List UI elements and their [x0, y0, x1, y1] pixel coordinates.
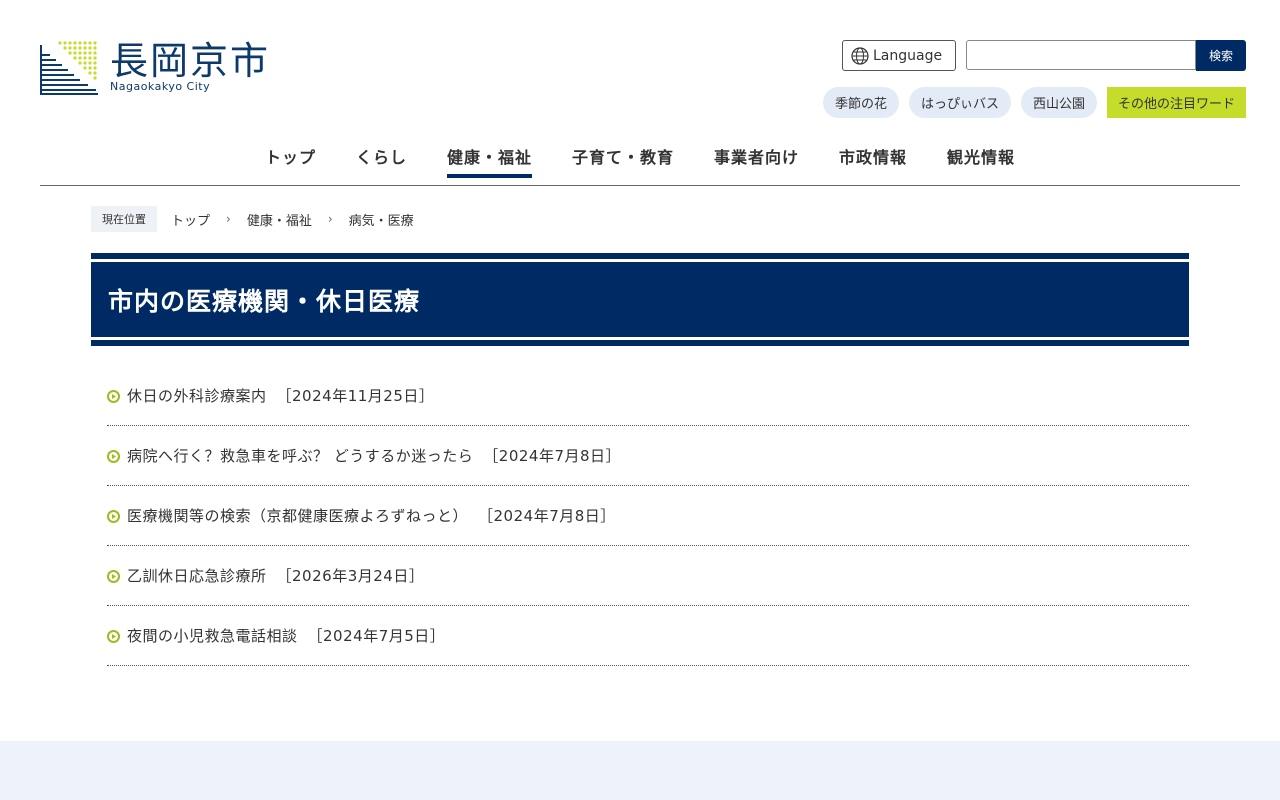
nav-item-health-welfare[interactable]: 健康・福祉 [427, 136, 552, 178]
page-title-banner: 市内の医療機関・休日医療 [91, 253, 1189, 346]
list-item: 乙訓休日応急診療所 ［2026年3月24日］ [107, 546, 1189, 606]
nav-item-city-info[interactable]: 市政情報 [819, 136, 927, 178]
tag-nishiyama-park[interactable]: 西山公園 [1020, 87, 1097, 118]
logo-text: 長岡京市 Nagaokakyo City [110, 40, 270, 96]
play-bullet-icon [107, 570, 120, 583]
page-title: 市内の医療機関・休日医療 [108, 287, 421, 316]
list-item: 休日の外科診療案内 ［2024年11月25日］ [107, 366, 1189, 426]
nav-item-business[interactable]: 事業者向け [694, 136, 819, 178]
article-date: ［2024年7月5日］ [307, 627, 446, 645]
breadcrumb-item-current[interactable]: 病気・医療 [347, 210, 416, 229]
more-keywords-button[interactable]: その他の注目ワード [1106, 87, 1246, 118]
tag-seasonal-flowers[interactable]: 季節の花 [822, 87, 899, 118]
play-bullet-icon [107, 630, 120, 643]
article-link[interactable]: 休日の外科診療案内 [127, 385, 267, 406]
article-date: ［2024年11月25日］ [276, 387, 435, 405]
nav-item-living[interactable]: くらし [336, 136, 427, 178]
chevron-right-icon: › [226, 212, 231, 226]
list-item: 夜間の小児救急電話相談 ［2024年7月5日］ [107, 606, 1189, 666]
logo-title: 長岡京市 [110, 39, 271, 83]
language-button[interactable]: Language [842, 40, 956, 71]
list-item: 病院へ行く？救急車を呼ぶ？ どうするか迷ったら ［2024年7月8日］ [107, 426, 1189, 486]
global-nav: トップ くらし 健康・福祉 子育て・教育 事業者向け 市政情報 観光情報 [0, 136, 1280, 178]
article-date: ［2026年3月24日］ [276, 567, 425, 585]
site-header: 長岡京市 Nagaokakyo City Language 検索 季節の花 はっ… [0, 0, 1280, 186]
logo-mark-icon [40, 41, 98, 95]
breadcrumb-item-health[interactable]: 健康・福祉 [245, 210, 314, 229]
play-bullet-icon [107, 510, 120, 523]
nav-item-top[interactable]: トップ [245, 136, 336, 178]
breadcrumb: 現在位置 トップ › 健康・福祉 › 病気・医療 [91, 206, 416, 232]
globe-icon [851, 46, 869, 65]
keyword-tags: 季節の花 はっぴぃバス 西山公園 その他の注目ワード [822, 87, 1246, 118]
article-link[interactable]: 乙訓休日応急診療所 [127, 565, 267, 586]
nav-item-tourism[interactable]: 観光情報 [927, 136, 1035, 178]
footer-band [0, 741, 1280, 800]
article-date: ［2024年7月8日］ [483, 447, 622, 465]
nav-item-childcare-education[interactable]: 子育て・教育 [552, 136, 694, 178]
article-link[interactable]: 医療機関等の検索（京都健康医療よろずねっと） [127, 505, 468, 526]
article-link[interactable]: 夜間の小児救急電話相談 [127, 625, 298, 646]
search-button[interactable]: 検索 [1196, 40, 1246, 71]
search-input[interactable] [966, 40, 1196, 70]
article-date: ［2024年7月8日］ [478, 507, 616, 525]
tag-happy-bus[interactable]: はっぴぃバス [908, 87, 1011, 118]
play-bullet-icon [107, 390, 120, 403]
site-logo[interactable]: 長岡京市 Nagaokakyo City [40, 40, 280, 96]
article-list: 休日の外科診療案内 ［2024年11月25日］ 病院へ行く？救急車を呼ぶ？ どう… [107, 366, 1189, 666]
play-bullet-icon [107, 450, 120, 463]
language-label: Language [873, 47, 943, 64]
list-item: 医療機関等の検索（京都健康医療よろずねっと） ［2024年7月8日］ [107, 486, 1189, 546]
breadcrumb-item-top[interactable]: トップ [169, 210, 212, 229]
article-link[interactable]: 病院へ行く？救急車を呼ぶ？ どうするか迷ったら [127, 445, 473, 466]
header-divider [40, 185, 1240, 186]
chevron-right-icon: › [327, 212, 333, 226]
breadcrumb-label: 現在位置 [91, 206, 157, 232]
